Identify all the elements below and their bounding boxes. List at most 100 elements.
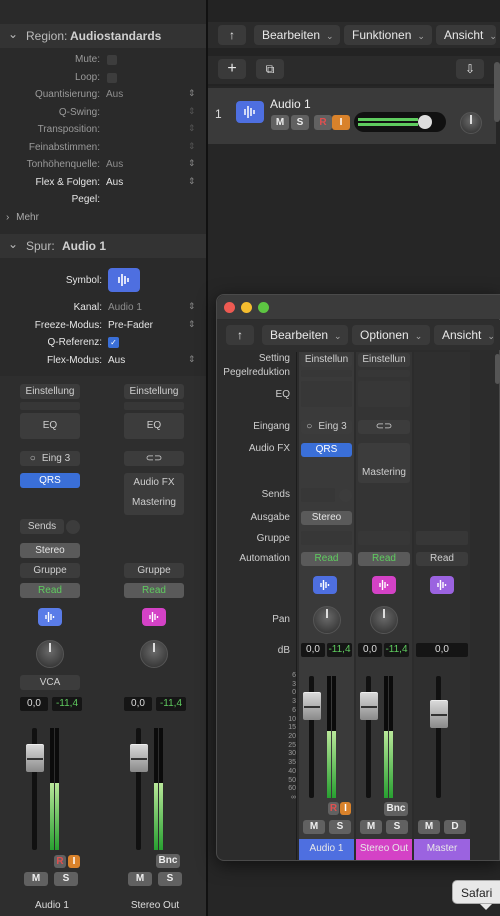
empty-slot[interactable] — [301, 381, 352, 407]
send-knob[interactable] — [66, 520, 80, 534]
stepper-icon[interactable]: ⇕ — [188, 176, 196, 187]
record-enable-button[interactable]: R — [314, 115, 332, 130]
mute-button[interactable]: M — [303, 820, 325, 834]
inbox-button[interactable]: ⇩ — [456, 59, 484, 79]
record-button[interactable]: R — [328, 802, 339, 815]
automation-mode[interactable]: Read — [20, 583, 80, 598]
empty-slot[interactable] — [301, 488, 335, 502]
track-color-icon[interactable] — [372, 576, 396, 594]
mixer-scrollbar[interactable] — [495, 354, 500, 384]
mute-button[interactable]: M — [418, 820, 440, 834]
track-color-icon[interactable] — [142, 608, 166, 626]
send-knob[interactable] — [339, 489, 352, 502]
pan-knob[interactable] — [313, 606, 341, 634]
volume-fader[interactable] — [26, 744, 44, 772]
group-slot[interactable]: Gruppe — [20, 563, 80, 578]
channel-name-bar[interactable]: Audio 1 — [299, 839, 354, 860]
automation-mode[interactable]: Read — [301, 552, 352, 566]
channel-setting-button[interactable]: Einstellung — [124, 384, 184, 399]
solo-button[interactable]: S — [158, 872, 182, 886]
pan-knob[interactable] — [140, 640, 168, 668]
track-color-icon[interactable] — [313, 576, 337, 594]
audio-fx-slot[interactable]: QRS — [301, 443, 352, 457]
stepper-icon[interactable]: ⇕ — [188, 301, 196, 312]
track-pan-knob[interactable] — [460, 112, 482, 134]
close-button[interactable] — [224, 302, 235, 313]
zoom-button[interactable] — [258, 302, 269, 313]
input-button[interactable]: ○ Eing 3 — [301, 420, 352, 434]
empty-slot[interactable] — [416, 531, 468, 545]
track-param-value[interactable]: Audio 1 — [108, 302, 142, 313]
more-toggle[interactable]: › Mehr — [6, 212, 39, 223]
vca-slot[interactable]: VCA — [20, 675, 80, 690]
mute-button[interactable]: M — [271, 115, 289, 130]
mixer-back-button[interactable]: ↑ — [226, 325, 254, 345]
empty-slot[interactable] — [358, 531, 410, 545]
volume-fader[interactable] — [130, 744, 148, 772]
duplicate-track-button[interactable]: ⧉ — [256, 59, 284, 79]
stepper-icon[interactable]: ⇕ — [188, 88, 196, 99]
mute-button[interactable]: M — [128, 872, 152, 886]
region-param-value[interactable]: Aus — [106, 89, 123, 100]
record-button[interactable]: R — [54, 855, 66, 868]
track-volume-slider[interactable] — [354, 112, 446, 132]
checkbox[interactable] — [107, 72, 117, 83]
mixer-menu-ansicht[interactable]: Ansicht ⌄ — [434, 325, 495, 345]
track-color-icon[interactable] — [38, 608, 62, 626]
link-button[interactable]: ⊂⊃ — [358, 420, 410, 434]
output-button[interactable]: Stereo — [301, 511, 352, 525]
automation-mode[interactable]: Read — [416, 552, 468, 566]
input-monitor-button[interactable]: I — [68, 855, 80, 868]
output-button[interactable]: Stereo — [20, 543, 80, 558]
back-button[interactable]: ↑ — [218, 25, 246, 45]
stepper-icon[interactable]: ⇕ — [188, 319, 196, 330]
tracks-scrollbar[interactable] — [494, 62, 500, 122]
channel-setting-button[interactable]: Einstellung — [20, 384, 80, 399]
audio-fx-slot[interactable]: QRS — [20, 473, 80, 488]
volume-fader[interactable] — [430, 700, 448, 728]
stepper-icon[interactable]: ⇕ — [188, 106, 196, 117]
add-track-button[interactable]: + — [218, 59, 246, 79]
mixer-menu-bearbeiten[interactable]: Bearbeiten ⌄ — [262, 325, 348, 345]
region-param-value[interactable]: Aus — [106, 177, 123, 188]
empty-slot[interactable] — [358, 370, 410, 377]
eq-display[interactable]: EQ — [124, 413, 184, 439]
pan-knob[interactable] — [370, 606, 398, 634]
track-symbol-button[interactable] — [108, 268, 140, 292]
input-monitor-button[interactable]: I — [332, 115, 350, 130]
track-param-value[interactable]: Pre-Fader — [108, 320, 153, 331]
empty-slot[interactable] — [358, 381, 410, 407]
channel-name-bar[interactable]: Stereo Out — [356, 839, 412, 860]
solo-button[interactable]: S — [386, 820, 408, 834]
volume-fader[interactable] — [303, 692, 321, 720]
empty-slot[interactable] — [124, 402, 184, 410]
eq-display[interactable]: EQ — [20, 413, 80, 439]
stepper-icon[interactable]: ⇕ — [188, 123, 196, 134]
stepper-icon[interactable]: ⇕ — [188, 141, 196, 152]
volume-fader[interactable] — [360, 692, 378, 720]
empty-slot[interactable] — [301, 370, 352, 377]
solo-button[interactable]: S — [329, 820, 351, 834]
mute-button[interactable]: M — [360, 820, 382, 834]
automation-mode[interactable]: Read — [124, 583, 184, 598]
solo-button[interactable]: S — [291, 115, 309, 130]
stepper-icon[interactable]: ⇕ — [188, 354, 196, 365]
minimize-button[interactable] — [241, 302, 252, 313]
input-monitor-button[interactable]: I — [340, 802, 351, 815]
input-button[interactable]: ○ Eing 3 — [20, 451, 80, 466]
main-menu-ansicht[interactable]: Ansicht ⌄ — [436, 25, 497, 45]
track-color-icon[interactable] — [430, 576, 454, 594]
checkbox[interactable] — [107, 55, 117, 65]
dim-button[interactable]: D — [444, 820, 466, 834]
channel-setting-button[interactable]: Einstellun — [301, 353, 352, 367]
pan-knob[interactable] — [36, 640, 64, 668]
group-slot[interactable]: Gruppe — [124, 563, 184, 578]
track-param-value[interactable]: ✓ — [108, 337, 119, 348]
automation-mode[interactable]: Read — [358, 552, 410, 566]
main-menu-bearbeiten[interactable]: Bearbeiten ⌄ — [254, 25, 340, 45]
bounce-button[interactable]: Bnc — [156, 854, 180, 868]
channel-name-bar[interactable]: Master — [414, 839, 470, 860]
track-header[interactable]: ⌄ Spur: Audio 1 — [0, 234, 206, 258]
track-param-value[interactable]: Aus — [108, 355, 125, 366]
region-header[interactable]: ⌄ Region: Audiostandards — [0, 24, 206, 48]
